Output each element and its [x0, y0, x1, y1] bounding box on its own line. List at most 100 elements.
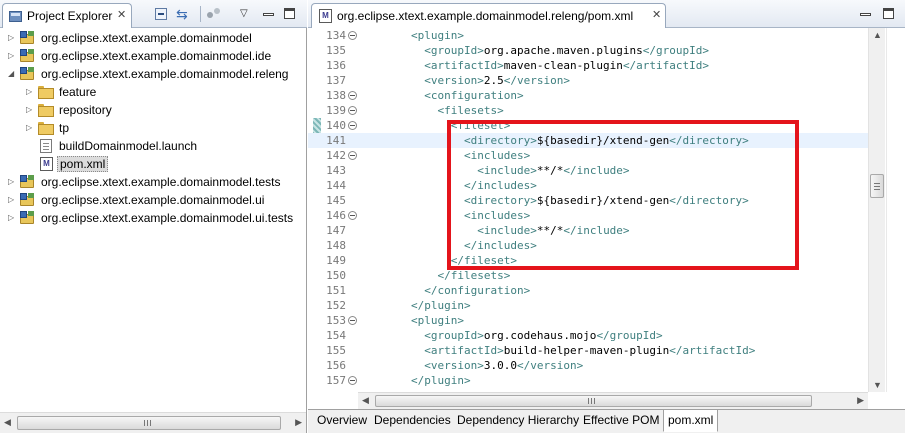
tree-item-label: org.eclipse.xtext.example.domainmodel.id…: [41, 49, 272, 63]
code-text: <groupId>org.apache.maven.plugins</group…: [358, 43, 709, 58]
collapse-icon[interactable]: ◢: [8, 69, 16, 79]
pom-editor-page-tabs: Overview Dependencies Dependency Hierarc…: [308, 409, 905, 433]
tree-item-build-launch[interactable]: buildDomainmodel.launch: [0, 137, 306, 155]
chevron-down-icon: ▽: [240, 8, 248, 19]
vertical-scrollbar[interactable]: ▲ ▼: [868, 28, 885, 392]
code-line[interactable]: 135 <groupId>org.apache.maven.plugins</g…: [308, 43, 868, 58]
scroll-right-icon[interactable]: ▶: [295, 417, 302, 428]
tree-item-pom-xml[interactable]: M pom.xml: [0, 155, 306, 173]
fold-toggle-icon[interactable]: [348, 316, 357, 325]
scroll-right-icon[interactable]: ▶: [857, 395, 864, 406]
tree-item-domainmodel[interactable]: ▷ org.eclipse.xtext.example.domainmodel: [0, 29, 306, 47]
project-tree: ▷ org.eclipse.xtext.example.domainmodel …: [0, 28, 306, 412]
expand-icon[interactable]: ▷: [8, 177, 16, 187]
close-icon[interactable]: ✕: [652, 8, 661, 21]
fold-toggle-icon[interactable]: [348, 91, 357, 100]
fold-toggle-icon[interactable]: [348, 211, 357, 220]
line-number: 138: [326, 89, 346, 102]
expand-icon[interactable]: ▷: [26, 87, 34, 97]
line-number: 154: [326, 329, 346, 342]
code-line[interactable]: 152 </plugin>: [308, 298, 868, 313]
link-with-editor-button[interactable]: ⇆: [175, 5, 193, 23]
scroll-down-icon[interactable]: ▼: [873, 380, 882, 390]
code-line[interactable]: 156 <version>3.0.0</version>: [308, 358, 868, 373]
line-number: 142: [326, 149, 346, 162]
code-line[interactable]: 137 <version>2.5</version>: [308, 73, 868, 88]
minimize-view-button[interactable]: [260, 5, 278, 23]
tree-item-domainmodel-tests[interactable]: ▷ org.eclipse.xtext.example.domainmodel.…: [0, 173, 306, 191]
scrollbar-thumb[interactable]: [17, 416, 281, 430]
line-number: 148: [326, 239, 346, 252]
code-line[interactable]: 155 <artifactId>build-helper-maven-plugi…: [308, 343, 868, 358]
expand-icon[interactable]: ▷: [8, 195, 16, 205]
tab-overview[interactable]: Overview: [313, 410, 373, 432]
fold-toggle-icon[interactable]: [348, 121, 357, 130]
close-icon[interactable]: ✕: [117, 8, 126, 21]
code-line[interactable]: 157 </plugin>: [308, 373, 868, 388]
xml-source-editor[interactable]: 134 <plugin> 135 <groupId>org.apache.mave…: [308, 28, 905, 409]
view-menu-button[interactable]: ▽: [236, 5, 254, 23]
tree-item-domainmodel-ide[interactable]: ▷ org.eclipse.xtext.example.domainmodel.…: [0, 47, 306, 65]
tree-item-feature[interactable]: ▷ feature: [0, 83, 306, 101]
project-icon: [20, 67, 36, 81]
code-line[interactable]: 153 <plugin>: [308, 313, 868, 328]
maximize-view-button[interactable]: [281, 5, 299, 23]
line-number: 135: [326, 44, 346, 57]
collapse-all-button[interactable]: [152, 5, 170, 23]
code-line[interactable]: 136 <artifactId>maven-clean-plugin</arti…: [308, 58, 868, 73]
tree-item-domainmodel-ui-tests[interactable]: ▷ org.eclipse.xtext.example.domainmodel.…: [0, 209, 306, 227]
fold-toggle-icon[interactable]: [348, 151, 357, 160]
project-icon: [20, 193, 36, 207]
tree-item-repository[interactable]: ▷ repository: [0, 101, 306, 119]
maximize-editor-button[interactable]: [880, 5, 898, 23]
scroll-up-icon[interactable]: ▲: [873, 30, 882, 40]
tab-effective-pom[interactable]: Effective POM: [579, 410, 665, 432]
tree-item-label: org.eclipse.xtext.example.domainmodel.re…: [41, 67, 289, 81]
project-explorer-tab[interactable]: Project Explorer ✕: [2, 3, 132, 28]
code-line[interactable]: 151 </configuration>: [308, 283, 868, 298]
xml-tag: </configuration>: [424, 284, 531, 297]
scroll-left-icon[interactable]: ◀: [362, 395, 369, 406]
scrollbar-thumb[interactable]: [870, 174, 884, 198]
maximize-icon: [284, 8, 295, 19]
minimize-editor-button[interactable]: [857, 5, 875, 23]
tree-item-tp[interactable]: ▷ tp: [0, 119, 306, 137]
scrollbar-thumb[interactable]: [375, 395, 812, 407]
code-line[interactable]: 154 <groupId>org.codehaus.mojo</groupId>: [308, 328, 868, 343]
expand-icon[interactable]: ▷: [8, 51, 16, 61]
tree-item-label: buildDomainmodel.launch: [59, 139, 198, 153]
expand-icon[interactable]: ▷: [8, 213, 16, 223]
code-line[interactable]: 150 </filesets>: [308, 268, 868, 283]
overview-ruler[interactable]: [886, 28, 905, 392]
project-icon: [20, 211, 36, 225]
editor-tab-pom[interactable]: M org.eclipse.xtext.example.domainmodel.…: [311, 3, 666, 28]
tree-item-domainmodel-ui[interactable]: ▷ org.eclipse.xtext.example.domainmodel.…: [0, 191, 306, 209]
xml-text: build-helper-maven-plugin: [503, 344, 670, 357]
tab-dependency-hierarchy[interactable]: Dependency Hierarchy: [453, 410, 585, 432]
scroll-left-icon[interactable]: ◀: [4, 417, 11, 428]
tab-pom-xml[interactable]: pom.xml: [663, 410, 719, 432]
fold-toggle-icon[interactable]: [348, 376, 357, 385]
fold-toggle-icon[interactable]: [348, 31, 357, 40]
horizontal-scrollbar[interactable]: ◀ ▶: [0, 412, 306, 433]
horizontal-scrollbar[interactable]: ◀ ▶: [358, 392, 868, 409]
code-line[interactable]: 134 <plugin>: [308, 28, 868, 43]
line-number: 140: [326, 119, 346, 132]
expand-icon[interactable]: ▷: [8, 33, 16, 43]
launch-file-icon: [40, 139, 52, 153]
tab-dependencies[interactable]: Dependencies: [370, 410, 456, 432]
collapse-all-icon: [155, 8, 167, 20]
code-line[interactable]: 139 <filesets>: [308, 103, 868, 118]
fold-toggle-icon[interactable]: [348, 106, 357, 115]
xml-tag: <groupId>: [424, 329, 484, 342]
expand-icon[interactable]: ▷: [26, 105, 34, 115]
code-line[interactable]: 138 <configuration>: [308, 88, 868, 103]
focus-on-active-task-button[interactable]: [205, 5, 223, 23]
xml-tag: <configuration>: [424, 89, 524, 102]
tree-item-domainmodel-releng[interactable]: ◢ org.eclipse.xtext.example.domainmodel.…: [0, 65, 306, 83]
expand-icon[interactable]: ▷: [26, 123, 34, 133]
